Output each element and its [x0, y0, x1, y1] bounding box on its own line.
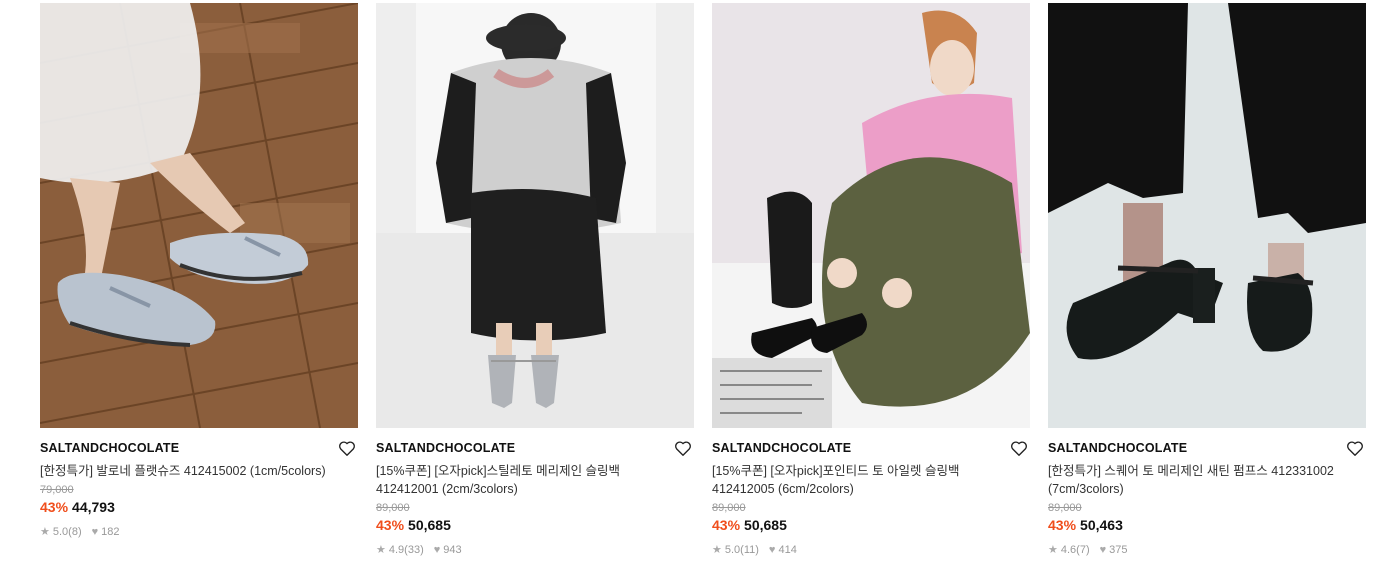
star-icon: ★: [1048, 544, 1058, 556]
like-count: 943: [443, 544, 462, 556]
product-name[interactable]: [15%쿠폰] [오자pick]포인티드 토 아일렛 슬링백 412412005…: [712, 462, 1012, 498]
product-stats: ★ 4.6 (7) ♥ 375: [1048, 543, 1366, 557]
product-card[interactable]: SALTANDCHOCOLATE [한정특가] 발로네 플랫슈즈 4124150…: [40, 3, 358, 557]
like-count: 414: [778, 544, 797, 556]
wishlist-heart-icon[interactable]: [1346, 440, 1364, 457]
wishlist-heart-icon[interactable]: [1010, 440, 1028, 457]
product-card[interactable]: SALTANDCHOCOLATE [15%쿠폰] [오자pick]스틸레토 메리…: [376, 3, 694, 557]
product-stats: ★ 5.0 (8) ♥ 182: [40, 525, 358, 539]
discount-rate: 43%: [40, 499, 69, 515]
star-icon: ★: [40, 526, 50, 538]
wishlist-heart-icon[interactable]: [338, 440, 356, 457]
product-card[interactable]: SALTANDCHOCOLATE [한정특가] 스퀘어 토 메리제인 새틴 펌프…: [1048, 3, 1366, 557]
original-price: 89,000: [376, 502, 410, 514]
original-price: 89,000: [712, 502, 746, 514]
product-stats: ★ 5.0 (11) ♥ 414: [712, 543, 1030, 557]
heart-filled-icon: ♥: [768, 544, 776, 556]
brand-name[interactable]: SALTANDCHOCOLATE: [1048, 440, 1366, 456]
review-count: (33): [404, 544, 424, 556]
price-row: 43% 44,793: [40, 498, 358, 516]
like-count: 182: [101, 526, 120, 538]
discount-rate: 43%: [712, 517, 741, 533]
rating-value: 5.0: [724, 544, 741, 556]
rating-value: 4.6: [1060, 544, 1077, 556]
price-row: 43% 50,685: [712, 516, 1030, 534]
review-count: (8): [68, 526, 82, 538]
star-icon: ★: [712, 544, 722, 556]
sale-price: 44,793: [72, 499, 115, 515]
product-name[interactable]: [한정특가] 스퀘어 토 메리제인 새틴 펌프스 412331002 (7cm/…: [1048, 462, 1348, 498]
review-count: (11): [740, 544, 759, 556]
heart-filled-icon: ♥: [1099, 544, 1107, 556]
heart-filled-icon: ♥: [91, 526, 99, 538]
product-image[interactable]: [712, 3, 1030, 428]
product-image[interactable]: [40, 3, 358, 428]
sale-price: 50,685: [744, 517, 787, 533]
heart-filled-icon: ♥: [433, 544, 441, 556]
product-stats: ★ 4.9 (33) ♥ 943: [376, 543, 694, 557]
review-count: (7): [1076, 544, 1090, 556]
brand-name[interactable]: SALTANDCHOCOLATE: [376, 440, 694, 456]
sale-price: 50,685: [408, 517, 451, 533]
sale-price: 50,463: [1080, 517, 1123, 533]
discount-rate: 43%: [1048, 517, 1077, 533]
wishlist-heart-icon[interactable]: [674, 440, 692, 457]
product-name[interactable]: [15%쿠폰] [오자pick]스틸레토 메리제인 슬링백 412412001 …: [376, 462, 676, 498]
like-count: 375: [1109, 544, 1128, 556]
discount-rate: 43%: [376, 517, 405, 533]
product-card[interactable]: SALTANDCHOCOLATE [15%쿠폰] [오자pick]포인티드 토 …: [712, 3, 1030, 557]
original-price: 79,000: [40, 484, 74, 496]
original-price: 89,000: [1048, 502, 1082, 514]
brand-name[interactable]: SALTANDCHOCOLATE: [712, 440, 1030, 456]
product-grid: SALTANDCHOCOLATE [한정특가] 발로네 플랫슈즈 4124150…: [40, 3, 1366, 557]
price-row: 43% 50,685: [376, 516, 694, 534]
star-icon: ★: [376, 544, 386, 556]
rating-value: 4.9: [388, 544, 405, 556]
rating-value: 5.0: [52, 526, 69, 538]
brand-name[interactable]: SALTANDCHOCOLATE: [40, 440, 358, 456]
product-image[interactable]: [376, 3, 694, 428]
product-image[interactable]: [1048, 3, 1366, 428]
product-name[interactable]: [한정특가] 발로네 플랫슈즈 412415002 (1cm/5colors): [40, 462, 340, 480]
price-row: 43% 50,463: [1048, 516, 1366, 534]
